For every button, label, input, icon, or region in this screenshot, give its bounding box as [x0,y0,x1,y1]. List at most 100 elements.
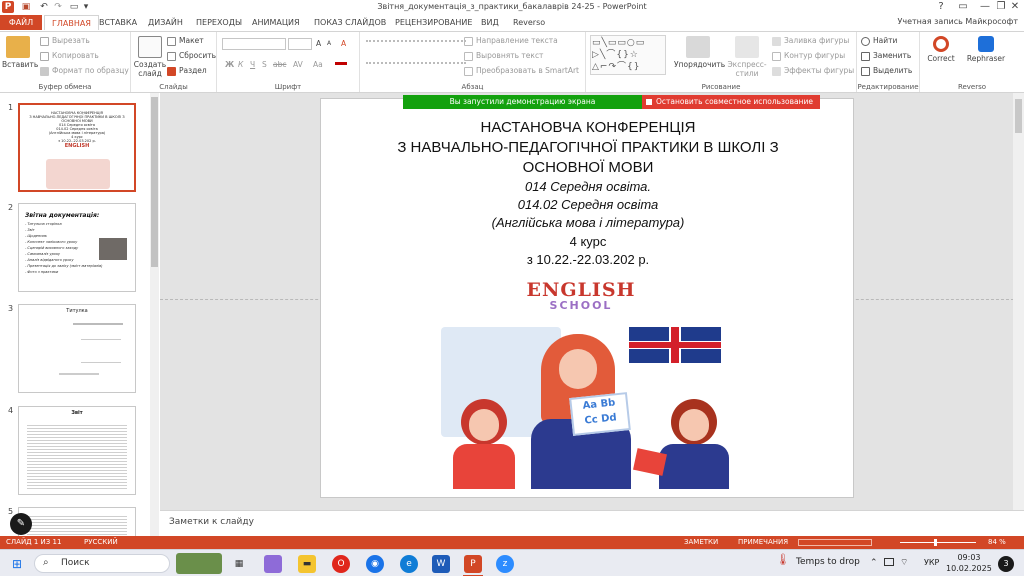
comments-toggle[interactable]: ПРИМЕЧАНИЯ [738,538,788,546]
chrome-icon[interactable]: ◉ [366,555,384,573]
scroll-thumb[interactable] [1015,99,1022,133]
shapes-gallery[interactable]: ▭╲▭▭○▭ ▷╲⌒{}☆ △⌐↷⌒{} [590,35,666,75]
powerpoint-icon[interactable]: P [464,555,482,573]
task-view-icon[interactable]: ▦ [230,555,248,573]
quick-styles-button[interactable]: Экспресс-стили [726,36,768,78]
tab-home[interactable]: ГЛАВНАЯ [44,15,99,30]
tab-review[interactable]: РЕЦЕНЗИРОВАНИЕ [388,15,479,30]
slide-scrollbar[interactable] [1013,93,1024,510]
wifi-icon[interactable]: ⌔ [900,557,908,568]
view-buttons[interactable] [798,539,872,546]
correct-button[interactable]: Correct [924,36,958,63]
language-indicator[interactable]: РУССКИЙ [84,538,118,546]
shadow-button[interactable]: S [262,60,267,69]
paste-button[interactable]: Вставить [2,36,38,69]
tab-reverso[interactable]: Reverso [506,15,552,30]
tab-transitions[interactable]: ПЕРЕХОДЫ [189,15,249,30]
tab-insert[interactable]: ВСТАВКА [92,15,144,30]
slide-canvas[interactable]: НАСТАНОВЧА КОНФЕРЕНЦІЯ З НАВЧАЛЬНО-ПЕДАГ… [320,98,854,498]
shrink-font-button[interactable]: A [327,40,331,47]
font-size-select[interactable] [288,38,312,50]
rephraser-icon [978,36,994,52]
account-link[interactable]: Учетная запись Майкрософт [897,17,1018,26]
edge-icon[interactable]: e [400,555,418,573]
find-button[interactable]: Найти [861,36,897,46]
notes-toggle[interactable]: ЗАМЕТКИ [684,538,718,546]
slide-thumbnail-5[interactable] [18,507,136,536]
change-case-button[interactable]: Aa [313,60,323,69]
slide-title-line[interactable]: НАСТАНОВЧА КОНФЕРЕНЦІЯ [321,119,855,136]
slide-thumbnail-3[interactable]: Титулка [18,304,136,393]
new-slide-button[interactable]: Создать слайд [133,36,167,78]
underline-button[interactable]: Ч [250,60,255,69]
shape-outline-button[interactable]: Контур фигуры [772,51,845,61]
clock-date[interactable]: 10.02.2025 [946,564,992,573]
tab-view[interactable]: ВИД [474,15,506,30]
close-button[interactable]: ✕ [1004,0,1024,14]
shape-fill-button[interactable]: Заливка фигуры [772,36,849,46]
weather-text[interactable]: Temps to drop [796,557,860,567]
ribbon-display-button[interactable]: ▭ [952,0,974,14]
thumbnails-scrollbar[interactable] [150,93,159,536]
shape-effects-button[interactable]: Эффекты фигуры [772,66,854,76]
slide-subtitle-line[interactable]: (Англійська мова і література) [321,215,855,230]
select-button[interactable]: Выделить [861,66,912,76]
opera-icon[interactable]: O [332,555,350,573]
arrange-button[interactable]: Упорядочить [674,36,725,69]
alignment-buttons[interactable] [366,62,466,71]
bold-button[interactable]: Ж [225,60,234,69]
clear-format-button[interactable]: A [341,39,346,48]
notification-badge[interactable]: 3 [998,556,1014,572]
tray-app-icon[interactable] [884,558,894,566]
help-button[interactable]: ? [930,0,952,14]
slide-title-line[interactable]: З НАВЧАЛЬНО-ПЕДАГОГІЧНОЇ ПРАКТИКИ В ШКОЛ… [321,139,855,156]
cut-button[interactable]: Вырезать [40,36,90,46]
smartart-button[interactable]: Преобразовать в SmartArt [464,66,579,76]
scroll-thumb[interactable] [151,97,158,267]
font-name-select[interactable] [222,38,286,50]
align-text-button[interactable]: Выровнять текст [464,51,543,61]
slide-thumbnail-2[interactable]: Звітна документація: - Титульна сторінка… [18,203,136,292]
slide-subtitle-line[interactable]: 014.02 Середня освіта [321,197,855,212]
tray-overflow-icon[interactable]: ⌃ [870,558,878,568]
copilot-icon[interactable] [264,555,282,573]
slide-subtitle-line[interactable]: 014 Середня освіта. [321,179,855,194]
english-school-illustration[interactable]: ENGLISH SCHOOL Aa Bb Cc Dd [421,279,741,489]
slide-subtitle-line[interactable]: з 10.22.-22.03.202 р. [321,252,855,267]
reset-button[interactable]: Сбросить [167,51,216,61]
format-painter-button[interactable]: Формат по образцу [40,66,129,76]
stop-sharing-button[interactable]: Остановить совместное использование [642,95,820,109]
tab-slideshow[interactable]: ПОКАЗ СЛАЙДОВ [307,15,393,30]
italic-button[interactable]: К [238,60,243,69]
zoom-slider-thumb[interactable] [934,539,937,546]
notes-pane[interactable]: Заметки к слайду [160,510,1024,536]
zoom-level[interactable]: 84 % [988,538,1006,546]
rephraser-button[interactable]: Rephraser [964,36,1008,63]
grow-font-button[interactable]: A [316,39,321,48]
keyboard-language[interactable]: УКР [924,558,939,567]
word-icon[interactable]: W [432,555,450,573]
text-direction-button[interactable]: Направление текста [464,36,558,46]
tab-file[interactable]: ФАЙЛ [0,15,42,30]
tab-animation[interactable]: АНИМАЦИЯ [245,15,307,30]
taskbar-search[interactable]: ⌕ Поиск [34,554,170,573]
replace-button[interactable]: Заменить [861,51,911,61]
char-spacing-button[interactable]: AV [293,60,303,69]
font-color-icon[interactable] [335,62,347,65]
clock-time[interactable]: 09:03 [952,553,986,562]
copy-button[interactable]: Копировать [40,51,99,61]
slide-title-line[interactable]: ОСНОВНОЇ МОВИ [321,159,855,176]
list-buttons[interactable] [366,40,466,49]
pen-icon[interactable]: ✎ [10,513,32,535]
slide-thumbnail-4[interactable]: Звіт [18,406,136,495]
tab-design[interactable]: ДИЗАЙН [141,15,190,30]
slide-subtitle-line[interactable]: 4 курс [321,234,855,249]
strikethrough-button[interactable]: abc [273,60,286,69]
windows-start-icon[interactable]: ⊞ [8,555,26,573]
zoom-app-icon[interactable]: z [496,555,514,573]
layout-button[interactable]: Макет [167,36,204,46]
section-button[interactable]: Раздел [167,66,207,76]
file-explorer-icon[interactable]: ▬ [298,555,316,573]
zoom-slider[interactable] [900,542,976,543]
slide-thumbnail-1[interactable]: НАСТАНОВЧА КОНФЕРЕНЦІЯ З НАВЧАЛЬНО-ПЕДАГ… [18,103,136,192]
